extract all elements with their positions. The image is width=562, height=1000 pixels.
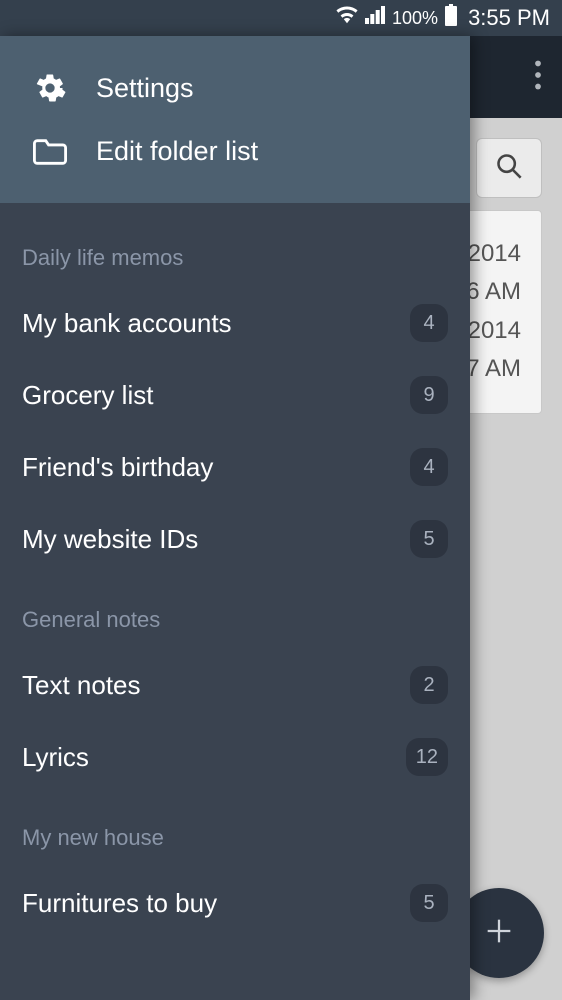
count-badge: 5 — [410, 884, 448, 922]
battery-icon — [444, 4, 458, 32]
drawer-item-settings[interactable]: Settings — [0, 56, 470, 120]
navigation-drawer: Settings Edit folder list Daily life mem… — [0, 36, 470, 1000]
wifi-icon — [336, 6, 358, 30]
drawer-item-label: My website IDs — [22, 524, 198, 555]
search-icon — [495, 152, 523, 185]
search-button[interactable] — [476, 138, 542, 198]
drawer-header: Settings Edit folder list — [0, 36, 470, 203]
drawer-section-title: Daily life memos — [0, 213, 470, 287]
drawer-item-label: Friend's birthday — [22, 452, 213, 483]
count-badge: 2 — [410, 666, 448, 704]
drawer-item-furnitures[interactable]: Furnitures to buy 5 — [0, 867, 470, 939]
drawer-body: Daily life memos My bank accounts 4 Groc… — [0, 203, 470, 1000]
folder-icon — [30, 139, 70, 165]
drawer-item-label: Lyrics — [22, 742, 89, 773]
drawer-item-grocery-list[interactable]: Grocery list 9 — [0, 359, 470, 431]
drawer-item-text-notes[interactable]: Text notes 2 — [0, 649, 470, 721]
status-bar: 100% 3:55 PM — [0, 0, 562, 36]
drawer-section-title: General notes — [0, 575, 470, 649]
drawer-item-edit-folders[interactable]: Edit folder list — [0, 120, 470, 183]
count-badge: 9 — [410, 376, 448, 414]
gear-icon — [30, 72, 70, 104]
drawer-item-label: Grocery list — [22, 380, 153, 411]
drawer-item-label: My bank accounts — [22, 308, 232, 339]
drawer-section-title: My new house — [0, 793, 470, 867]
drawer-header-label: Edit folder list — [96, 136, 258, 167]
plus-icon — [482, 914, 516, 953]
count-badge: 5 — [410, 520, 448, 558]
battery-percent: 100% — [392, 8, 438, 29]
count-badge: 12 — [406, 738, 448, 776]
overflow-menu-icon[interactable] — [534, 60, 542, 95]
drawer-header-label: Settings — [96, 73, 194, 104]
drawer-item-bank-accounts[interactable]: My bank accounts 4 — [0, 287, 470, 359]
drawer-item-label: Furnitures to buy — [22, 888, 217, 919]
signal-icon — [364, 6, 386, 30]
count-badge: 4 — [410, 304, 448, 342]
drawer-item-website-ids[interactable]: My website IDs 5 — [0, 503, 470, 575]
clock-text: 3:55 PM — [468, 5, 550, 31]
count-badge: 4 — [410, 448, 448, 486]
drawer-item-lyrics[interactable]: Lyrics 12 — [0, 721, 470, 793]
drawer-item-friends-birthday[interactable]: Friend's birthday 4 — [0, 431, 470, 503]
drawer-item-label: Text notes — [22, 670, 141, 701]
